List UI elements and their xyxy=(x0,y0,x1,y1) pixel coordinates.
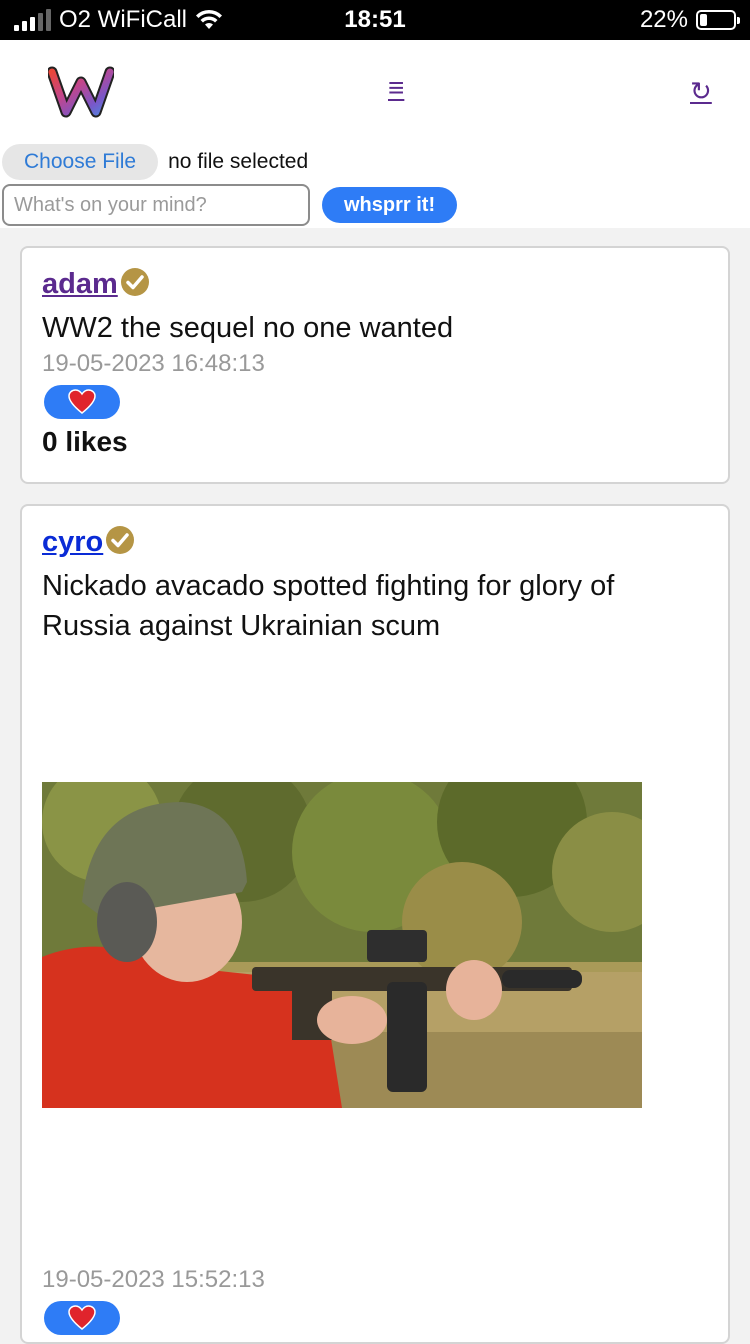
likes-count: 0 likes xyxy=(42,426,128,457)
post-card: cyro Nickado avacado spotted fighting fo… xyxy=(20,504,730,1344)
file-status-label: no file selected xyxy=(168,150,309,173)
username-link[interactable]: adam xyxy=(42,268,118,301)
app-header: ≡ ↻ Choose File no file selected whsprr … xyxy=(0,40,750,228)
status-bar: O2 WiFiCall 18:51 22% xyxy=(0,0,750,40)
file-picker-row: Choose File no file selected xyxy=(2,144,308,180)
verified-badge-icon xyxy=(106,525,135,554)
post-timestamp: 19-05-2023 16:48:13 xyxy=(42,350,265,377)
post-author: adam xyxy=(42,267,150,301)
post-text: Nickado avacado spotted fighting for glo… xyxy=(42,570,615,642)
whsprr-submit-button[interactable]: whsprr it! xyxy=(322,187,458,223)
whsprr-w-logo-icon[interactable] xyxy=(48,66,114,118)
clock: 18:51 xyxy=(344,6,406,33)
verified-badge-icon xyxy=(120,267,149,296)
choose-file-button[interactable]: Choose File xyxy=(2,144,159,180)
post-image[interactable] xyxy=(42,782,642,1108)
feed: adam WW2 the sequel no one wanted 19-05-… xyxy=(0,228,750,1344)
heart-icon xyxy=(68,1305,96,1330)
menu-link[interactable]: ≡ xyxy=(388,74,404,102)
status-right: 22% xyxy=(639,6,740,34)
username-link[interactable]: cyro xyxy=(42,526,103,559)
battery-icon xyxy=(696,10,740,30)
like-button[interactable] xyxy=(44,385,120,419)
heart-icon xyxy=(68,389,96,414)
post-timestamp: 19-05-2023 15:52:13 xyxy=(42,1266,265,1293)
post-card: adam WW2 the sequel no one wanted 19-05-… xyxy=(20,246,730,484)
post-author: cyro xyxy=(42,525,135,559)
like-button[interactable] xyxy=(44,1301,120,1335)
refresh-link[interactable]: ↻ xyxy=(690,78,712,104)
battery-percent: 22% xyxy=(639,6,688,33)
post-text: WW2 the sequel no one wanted xyxy=(42,312,454,344)
post-input[interactable] xyxy=(2,184,310,226)
composer-row: whsprr it! xyxy=(2,184,458,226)
